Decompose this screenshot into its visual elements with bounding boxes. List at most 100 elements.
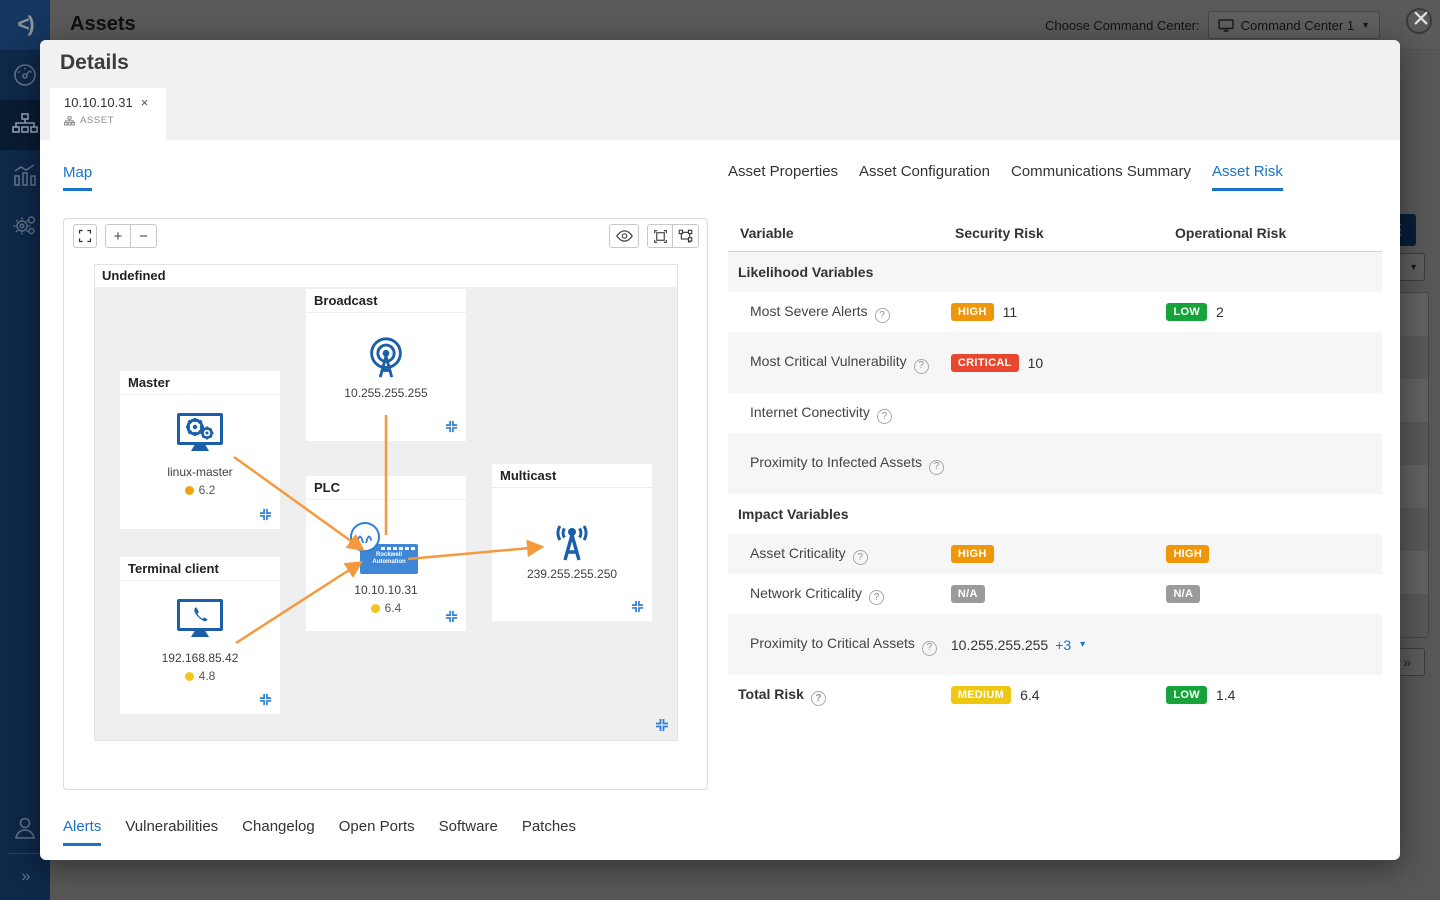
terminal-client-icon[interactable] [177,599,223,631]
help-icon[interactable]: ? [922,641,937,656]
node-label: 10.10.10.31 [354,583,417,597]
risk-variable-label: Most Severe Alerts [750,303,868,319]
risk-score-dot [185,486,194,495]
help-icon[interactable]: ? [929,460,944,475]
node-label: 10.255.255.255 [344,386,427,400]
group-title: PLC [306,476,466,500]
col-security-risk: Security Risk [955,225,1175,241]
visibility-button[interactable] [609,224,639,248]
risk-row: Network Criticality?N/AN/A [728,574,1382,614]
tab-asset-risk[interactable]: Asset Risk [1212,163,1283,191]
network-map[interactable]: + − Undefined Broadcast [63,218,708,790]
risk-score: 4.8 [199,669,216,683]
risk-value: 6.4 [1020,687,1039,703]
fullscreen-button[interactable] [73,224,97,248]
risk-value: 2 [1216,304,1224,320]
operational-risk-cell: N/A [1166,585,1382,603]
asset-tab-type: ASSET [80,115,114,126]
risk-section-row: Impact Variables [728,494,1382,534]
help-icon[interactable]: ? [853,550,868,565]
map-group-plc[interactable]: PLC Rockwell Automation 10.10.10.31 6.4 [306,476,466,631]
node-label: linux-master [167,465,232,479]
chevron-down-icon[interactable]: ▾ [1080,639,1085,650]
tab-asset-configuration[interactable]: Asset Configuration [859,163,990,191]
broadcast-icon[interactable] [363,335,409,381]
help-icon[interactable]: ? [877,409,892,424]
group-title: Terminal client [120,557,280,581]
severity-badge: N/A [1166,585,1200,603]
operational-risk-cell: LOW1.4 [1166,686,1382,704]
sidebar-expand-button[interactable]: » [0,854,50,900]
map-group-terminal-client[interactable]: Terminal client 192.168.85.42 4.8 [120,557,280,714]
collapse-group-icon[interactable] [444,609,459,624]
security-risk-cell: HIGH [951,545,1167,563]
collapse-all-button[interactable] [647,224,673,248]
more-assets-link[interactable]: +3 [1055,637,1071,653]
engineering-station-icon[interactable] [177,413,223,445]
zoom-out-button[interactable]: − [131,224,157,248]
tab-map[interactable]: Map [63,164,92,191]
zoom-in-button[interactable]: + [105,224,131,248]
help-icon[interactable]: ? [875,308,890,323]
help-icon[interactable]: ? [914,359,929,374]
severity-badge: LOW [1166,303,1207,321]
tab-communications-summary[interactable]: Communications Summary [1011,163,1191,191]
risk-row: Proximity to Infected Assets? [728,433,1382,494]
operational-risk-cell: LOW 2 [1166,303,1382,321]
group-title: Multicast [492,464,652,488]
risk-variable-label: Likelihood Variables [738,264,873,280]
risk-value: 10 [1028,355,1044,371]
asset-tab[interactable]: 10.10.10.31 × ASSET [50,88,166,140]
tab-changelog[interactable]: Changelog [242,818,315,846]
risk-variable-label: Impact Variables [738,506,849,522]
severity-badge: HIGH [951,303,994,321]
tab-vulnerabilities[interactable]: Vulnerabilities [125,818,218,846]
severity-badge: N/A [951,585,985,603]
tab-patches[interactable]: Patches [522,818,576,846]
risk-variable-label: Internet Conectivity [750,404,870,420]
security-risk-cell: CRITICAL10 [951,354,1167,372]
collapse-group-icon[interactable] [654,717,670,733]
help-icon[interactable]: ? [811,691,826,706]
risk-value: 1.4 [1216,687,1235,703]
risk-table-header: Variable Security Risk Operational Risk [728,215,1382,252]
security-risk-cell: MEDIUM 6.4 [951,686,1167,704]
asset-tab-close-icon[interactable]: × [141,95,149,110]
collapse-group-icon[interactable] [444,419,459,434]
phone-icon [190,605,210,625]
risk-table-body: Likelihood Variables Most Severe Alerts? H… [728,252,1382,715]
detail-tabs: Asset Properties Asset Configuration Commu… [728,163,1283,191]
stats-icon [12,162,38,188]
expand-all-button[interactable] [673,224,699,248]
bottom-tabs: Alerts Vulnerabilities Changelog Open Ports… [63,818,576,846]
security-risk-cell: N/A [951,585,1167,603]
group-title: Master [120,371,280,395]
severity-badge: MEDIUM [951,686,1011,704]
risk-score: 6.4 [385,601,402,615]
asset-risk-table: Variable Security Risk Operational Risk … [728,215,1382,715]
settings-gears-icon [12,212,38,238]
asset-tab-ip: 10.10.10.31 [64,95,133,110]
collapse-group-icon[interactable] [258,507,273,522]
tab-software[interactable]: Software [439,818,498,846]
risk-row: Proximity to Critical Assets?10.255.255.… [728,614,1382,675]
network-assets-icon [12,113,38,137]
plc-device-icon[interactable]: Rockwell Automation [354,530,418,576]
tab-alerts[interactable]: Alerts [63,818,101,846]
tab-open-ports[interactable]: Open Ports [339,818,415,846]
risk-variable-label: Proximity to Infected Assets [750,454,922,470]
collapse-group-icon[interactable] [630,599,645,614]
modal-close-button[interactable]: × [1403,2,1439,38]
modal-title: Details [60,51,129,75]
person-icon [12,815,38,841]
risk-score: 6.2 [199,483,216,497]
help-icon[interactable]: ? [869,590,884,605]
map-group-broadcast[interactable]: Broadcast 10.255.255.255 [306,289,466,441]
risk-row: Most Severe Alerts?HIGH11LOW2 [728,292,1382,332]
map-group-master[interactable]: Master linux-master 6.2 [120,371,280,529]
map-group-multicast[interactable]: Multicast 239.255.255.250 [492,464,652,621]
collapse-group-icon[interactable] [258,692,273,707]
node-label: 239.255.255.250 [527,567,617,581]
tab-asset-properties[interactable]: Asset Properties [728,163,838,191]
multicast-icon[interactable] [546,524,598,562]
